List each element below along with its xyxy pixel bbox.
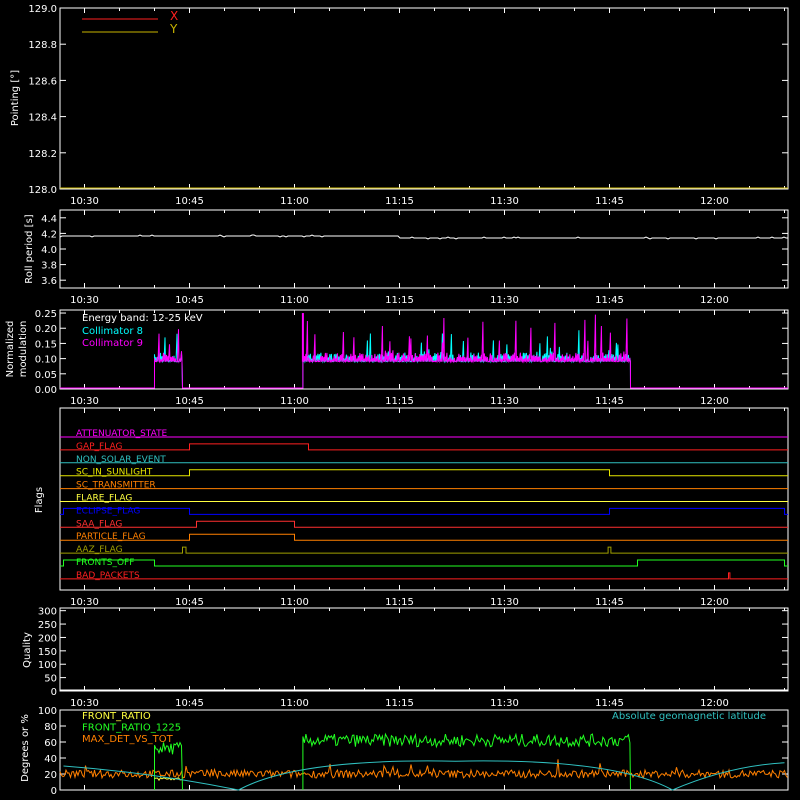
- modulation-xtick-label: 11:45: [595, 396, 624, 407]
- roll-ytick-label: 4.2: [41, 229, 57, 240]
- flag-line-gap-flag: [60, 443, 788, 451]
- geo-ytick-label: 40: [44, 754, 57, 765]
- modulation-col9-line: [60, 314, 788, 389]
- quality-xtick-label: 10:45: [175, 698, 204, 709]
- modulation-ytick-label: 0.15: [35, 339, 57, 350]
- geo-ytick-label: 0: [51, 786, 57, 797]
- pointing-xtick-label: 11:30: [490, 196, 519, 207]
- modulation-xtick-label: 11:30: [490, 396, 519, 407]
- flags-xtick-label: 11:00: [280, 597, 309, 608]
- geo-front-ratio-1225-line: [302, 732, 631, 791]
- geo-max-det-line: [59, 759, 788, 780]
- modulation-legend-label: Collimator 9: [82, 338, 143, 349]
- quality-xtick-label: 10:30: [70, 698, 99, 709]
- roll-xtick-label: 10:45: [175, 295, 204, 306]
- quality-ytick-label: 50: [44, 674, 57, 685]
- geo-legend-label: MAX_DET_VS_TOT: [82, 734, 174, 745]
- geo-ytick-label: 100: [38, 706, 57, 717]
- flags-ylabel: Flags: [34, 487, 45, 513]
- pointing-ytick-label: 129.0: [28, 4, 57, 15]
- modulation-legend-label: Collimator 8: [82, 326, 143, 337]
- flag-line-bad-packets: [60, 572, 788, 580]
- pointing-xtick-label: 11:45: [595, 196, 624, 207]
- roll-ylabel: Roll period [s]: [24, 214, 35, 283]
- geo-legend-label: FRONT_RATIO: [82, 711, 151, 722]
- quality-xtick-label: 11:30: [490, 698, 519, 709]
- flag-line-eclipse-flag: [60, 507, 788, 515]
- geo-ytick-label: 80: [44, 722, 57, 733]
- quality-xtick-label: 11:15: [385, 698, 414, 709]
- roll-ytick-label: 4.0: [41, 245, 57, 256]
- quality-xtick-label: 12:00: [700, 698, 729, 709]
- flags-xtick-label: 12:00: [700, 597, 729, 608]
- quality-ytick-label: 150: [38, 647, 57, 658]
- modulation-xtick-label: 12:00: [700, 396, 729, 407]
- modulation-xtick-label: 10:30: [70, 396, 99, 407]
- quality-ytick-label: 0: [51, 687, 57, 698]
- pointing-xtick-label: 11:15: [385, 196, 414, 207]
- quality-ytick-label: 300: [38, 607, 57, 618]
- modulation-xtick-label: 11:15: [385, 396, 414, 407]
- pointing-ylabel: Pointing [°]: [10, 70, 21, 126]
- flag-line-sc-in-sunlight: [60, 469, 788, 477]
- quality-xtick-label: 11:00: [280, 698, 309, 709]
- modulation-legend-title: Energy band: 12-25 keV: [82, 313, 203, 324]
- geo-right-label: Absolute geomagnetic latitude: [612, 711, 766, 722]
- rhessi-summary-plot: 10:30 10:45 11:00 11:15 11:30 11:45 12:00 129.0…: [5, 4, 789, 797]
- pointing-ytick-label: 128.6: [28, 76, 57, 87]
- quality-ylabel: Quality: [22, 632, 33, 668]
- pointing-xtick-label: 11:00: [280, 196, 309, 207]
- roll-ytick-label: 3.8: [41, 261, 57, 272]
- roll-xtick-label: 10:30: [70, 295, 99, 306]
- modulation-ytick-label: 0.00: [35, 385, 57, 396]
- flags-xtick-label: 10:45: [175, 597, 204, 608]
- roll-xtick-label: 11:15: [385, 295, 414, 306]
- geo-front-ratio-1225-line: [154, 741, 183, 791]
- quality-frame: [59, 607, 789, 692]
- roll-xtick-label: 12:00: [700, 295, 729, 306]
- pointing-ytick-label: 128.8: [28, 40, 57, 51]
- pointing-xtick-label: 10:30: [70, 196, 99, 207]
- flags-xtick-label: 11:45: [595, 597, 624, 608]
- modulation-ylabel: Normalized: [5, 321, 16, 378]
- flag-line-fronts-off: [60, 559, 788, 567]
- pointing-legend-label: Y: [169, 22, 178, 36]
- pointing-xtick-label: 10:45: [175, 196, 204, 207]
- roll-frame: [59, 209, 789, 289]
- flags-xtick-label: 10:30: [70, 597, 99, 608]
- geo-ytick-label: 20: [44, 770, 57, 781]
- geo-legend-label: FRONT_RATIO_1225: [82, 723, 181, 734]
- flags-xtick-label: 11:15: [385, 597, 414, 608]
- flag-line-particle-flag: [60, 533, 788, 541]
- roll-ytick-label: 4.4: [41, 214, 57, 225]
- flag-line-aaz-flag: [60, 546, 788, 554]
- quality-xtick-label: 11:45: [595, 698, 624, 709]
- geo-ylabel: Degrees or %: [20, 714, 31, 782]
- pointing-ytick-label: 128.2: [28, 149, 57, 160]
- modulation-ylabel: modulation: [18, 321, 29, 378]
- pointing-legend-label: X: [170, 9, 178, 23]
- roll-series-line: [59, 234, 788, 240]
- flag-line-saa-flag: [60, 520, 788, 528]
- geo-latitude-line: [63, 760, 785, 791]
- modulation-ytick-label: 0.10: [35, 355, 57, 366]
- roll-ytick-label: 3.6: [41, 276, 57, 287]
- modulation-ytick-label: 0.05: [35, 370, 57, 381]
- roll-xtick-label: 11:30: [490, 295, 519, 306]
- modulation-xtick-label: 10:45: [175, 396, 204, 407]
- flags-frame: [59, 407, 789, 591]
- modulation-ytick-label: 0.25: [35, 309, 57, 320]
- quality-ytick-label: 100: [38, 660, 57, 671]
- modulation-xtick-label: 11:00: [280, 396, 309, 407]
- quality-ytick-label: 250: [38, 620, 57, 631]
- flags-xtick-label: 11:30: [490, 597, 519, 608]
- pointing-ytick-label: 128.0: [28, 185, 57, 196]
- pointing-ytick-label: 128.4: [28, 113, 57, 124]
- geo-ytick-label: 60: [44, 738, 57, 749]
- roll-xtick-label: 11:00: [280, 295, 309, 306]
- roll-xtick-label: 11:45: [595, 295, 624, 306]
- modulation-ytick-label: 0.20: [35, 324, 57, 335]
- quality-ytick-label: 200: [38, 633, 57, 644]
- pointing-xtick-label: 12:00: [700, 196, 729, 207]
